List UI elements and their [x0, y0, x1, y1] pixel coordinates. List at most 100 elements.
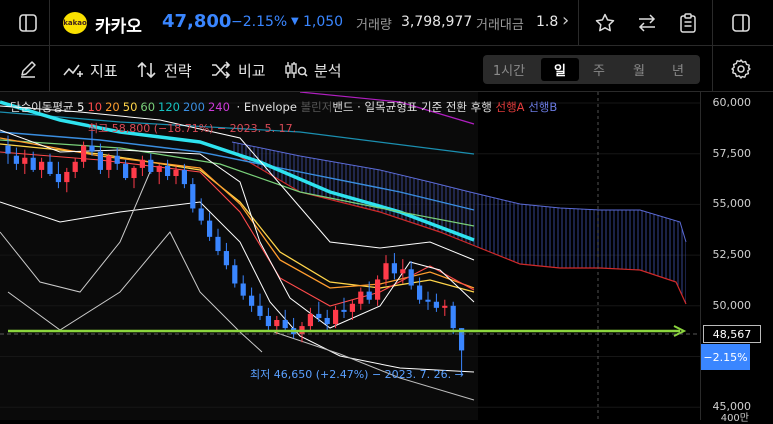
candle-body — [13, 155, 19, 164]
legend-base: 기준 — [421, 100, 443, 114]
trade-value-label: 거래대금 — [476, 18, 524, 33]
compare-button[interactable]: 비교 — [210, 58, 266, 82]
candle-body — [55, 173, 61, 183]
candle-body — [190, 184, 196, 209]
legend-period: 240 — [207, 100, 230, 114]
divider — [712, 46, 713, 92]
candle-body — [417, 285, 423, 300]
right-panel-toggle-icon[interactable] — [727, 9, 755, 37]
candle-body — [223, 251, 229, 266]
trade-value: 1.8 — [536, 14, 559, 30]
indicator-button[interactable]: 지표 — [62, 58, 118, 82]
analysis-button[interactable]: 분석 — [284, 58, 342, 82]
candle-body — [30, 157, 36, 170]
legend-lag: 후행 — [470, 100, 492, 114]
legend-spanA: 선행A — [495, 100, 525, 114]
candle-body — [425, 299, 431, 302]
legend-period: 60 — [140, 100, 156, 114]
candle-body — [408, 269, 414, 286]
change-percent: −2.15% — [231, 14, 288, 30]
candle-body — [207, 220, 213, 237]
price-tick: 60,000 — [712, 96, 752, 109]
candle-body — [358, 291, 364, 304]
candle-body — [240, 283, 246, 296]
more-info-chevron-icon[interactable]: › — [562, 10, 569, 31]
change-amount: 1,050 — [303, 14, 344, 30]
volume-label: 거래량 — [356, 18, 392, 33]
legend-ichimoku: · 일목균형표 — [357, 100, 418, 114]
candle-body — [39, 161, 45, 170]
strategy-button[interactable]: 전략 — [136, 58, 192, 82]
divider — [578, 0, 579, 46]
candle-body — [249, 295, 255, 306]
candle-body — [324, 317, 330, 325]
legend-bb-prefix: 볼린저 — [300, 100, 333, 114]
candle-body — [139, 159, 145, 168]
guide-price-label: 48,567 — [703, 325, 761, 343]
star-icon[interactable] — [591, 9, 619, 37]
indicator-label: 지표 — [90, 61, 118, 80]
pencil-draw-icon[interactable] — [14, 55, 42, 83]
candle-body — [375, 279, 381, 300]
legend-sma-label: 단순이동평균 — [10, 100, 74, 114]
timeframe-month[interactable]: 월 — [620, 58, 658, 81]
divider — [49, 0, 50, 46]
candle-body — [114, 155, 120, 164]
last-change-badge: −2.15% — [701, 344, 750, 370]
candle-body — [442, 305, 448, 308]
candle-body — [400, 269, 406, 274]
candle-body — [89, 145, 95, 152]
candle-body — [257, 305, 263, 316]
candle-body — [22, 157, 28, 164]
timeframe-year[interactable]: 년 — [659, 58, 697, 81]
candle-body — [123, 163, 129, 179]
high-annotation: 최고 58,800 (−18.71%) − 2023. 5. 17. — [88, 122, 297, 135]
legend[interactable]: 단순이동평균 5 10 20 50 60 120 200 240 · Envelope 볼린저… — [10, 99, 557, 115]
candle-body — [5, 145, 11, 154]
candle-body — [148, 159, 154, 172]
candle-body — [181, 169, 187, 185]
candle-body — [307, 313, 313, 327]
legend-period: 10 — [87, 100, 103, 114]
timeframe-1h[interactable]: 1시간 — [486, 58, 532, 81]
shuffle-icon — [212, 61, 231, 79]
legend-envelope: · Envelope — [236, 100, 297, 114]
candle-body — [282, 319, 288, 329]
sidebar-toggle-icon[interactable] — [14, 9, 42, 37]
legend-spanB: 선행B — [528, 100, 558, 114]
price-axis[interactable]: 60,000 57,500 55,000 52,500 50,000 45,00… — [700, 92, 773, 424]
legend-conv: 전환 — [445, 100, 468, 114]
timeframe-day[interactable]: 일 — [541, 58, 579, 81]
candle-body — [106, 155, 112, 170]
timeframe-selector: 1시간 일 주 월 년 — [483, 55, 700, 84]
timeframe-week[interactable]: 주 — [580, 58, 618, 81]
candle-body — [232, 265, 238, 284]
legend-period: 200 — [182, 100, 205, 114]
strategy-arrows-icon — [137, 61, 156, 79]
strategy-label: 전략 — [164, 61, 192, 80]
price-tick: 57,500 — [712, 147, 752, 160]
candle-body — [341, 309, 347, 312]
candle-body — [391, 263, 397, 274]
divider — [49, 46, 50, 92]
candle-body — [47, 161, 53, 174]
legend-bb: 밴드 — [332, 100, 354, 114]
candle-body — [366, 291, 372, 300]
clipboard-icon[interactable] — [674, 9, 702, 37]
candle-body — [131, 167, 137, 179]
candle-body — [433, 301, 439, 308]
legend-period: 20 — [105, 100, 120, 114]
price-tick: 55,000 — [712, 197, 752, 210]
current-price: 47,800 — [162, 11, 232, 32]
settings-gear-icon[interactable] — [727, 55, 755, 83]
down-arrow-icon: ▼ — [291, 16, 299, 27]
candle-body — [156, 165, 162, 172]
top-bar: kakao 카카오 47,800 −2.15% ▼ 1,050 거래량 3,79… — [0, 0, 773, 46]
candle-body — [173, 169, 179, 177]
stock-name[interactable]: 카카오 — [95, 12, 142, 37]
candle-body — [316, 313, 322, 318]
swap-arrows-icon[interactable] — [633, 9, 661, 37]
price-tick: 52,500 — [712, 248, 752, 261]
candle-body — [450, 305, 456, 329]
candle-body — [265, 315, 271, 327]
